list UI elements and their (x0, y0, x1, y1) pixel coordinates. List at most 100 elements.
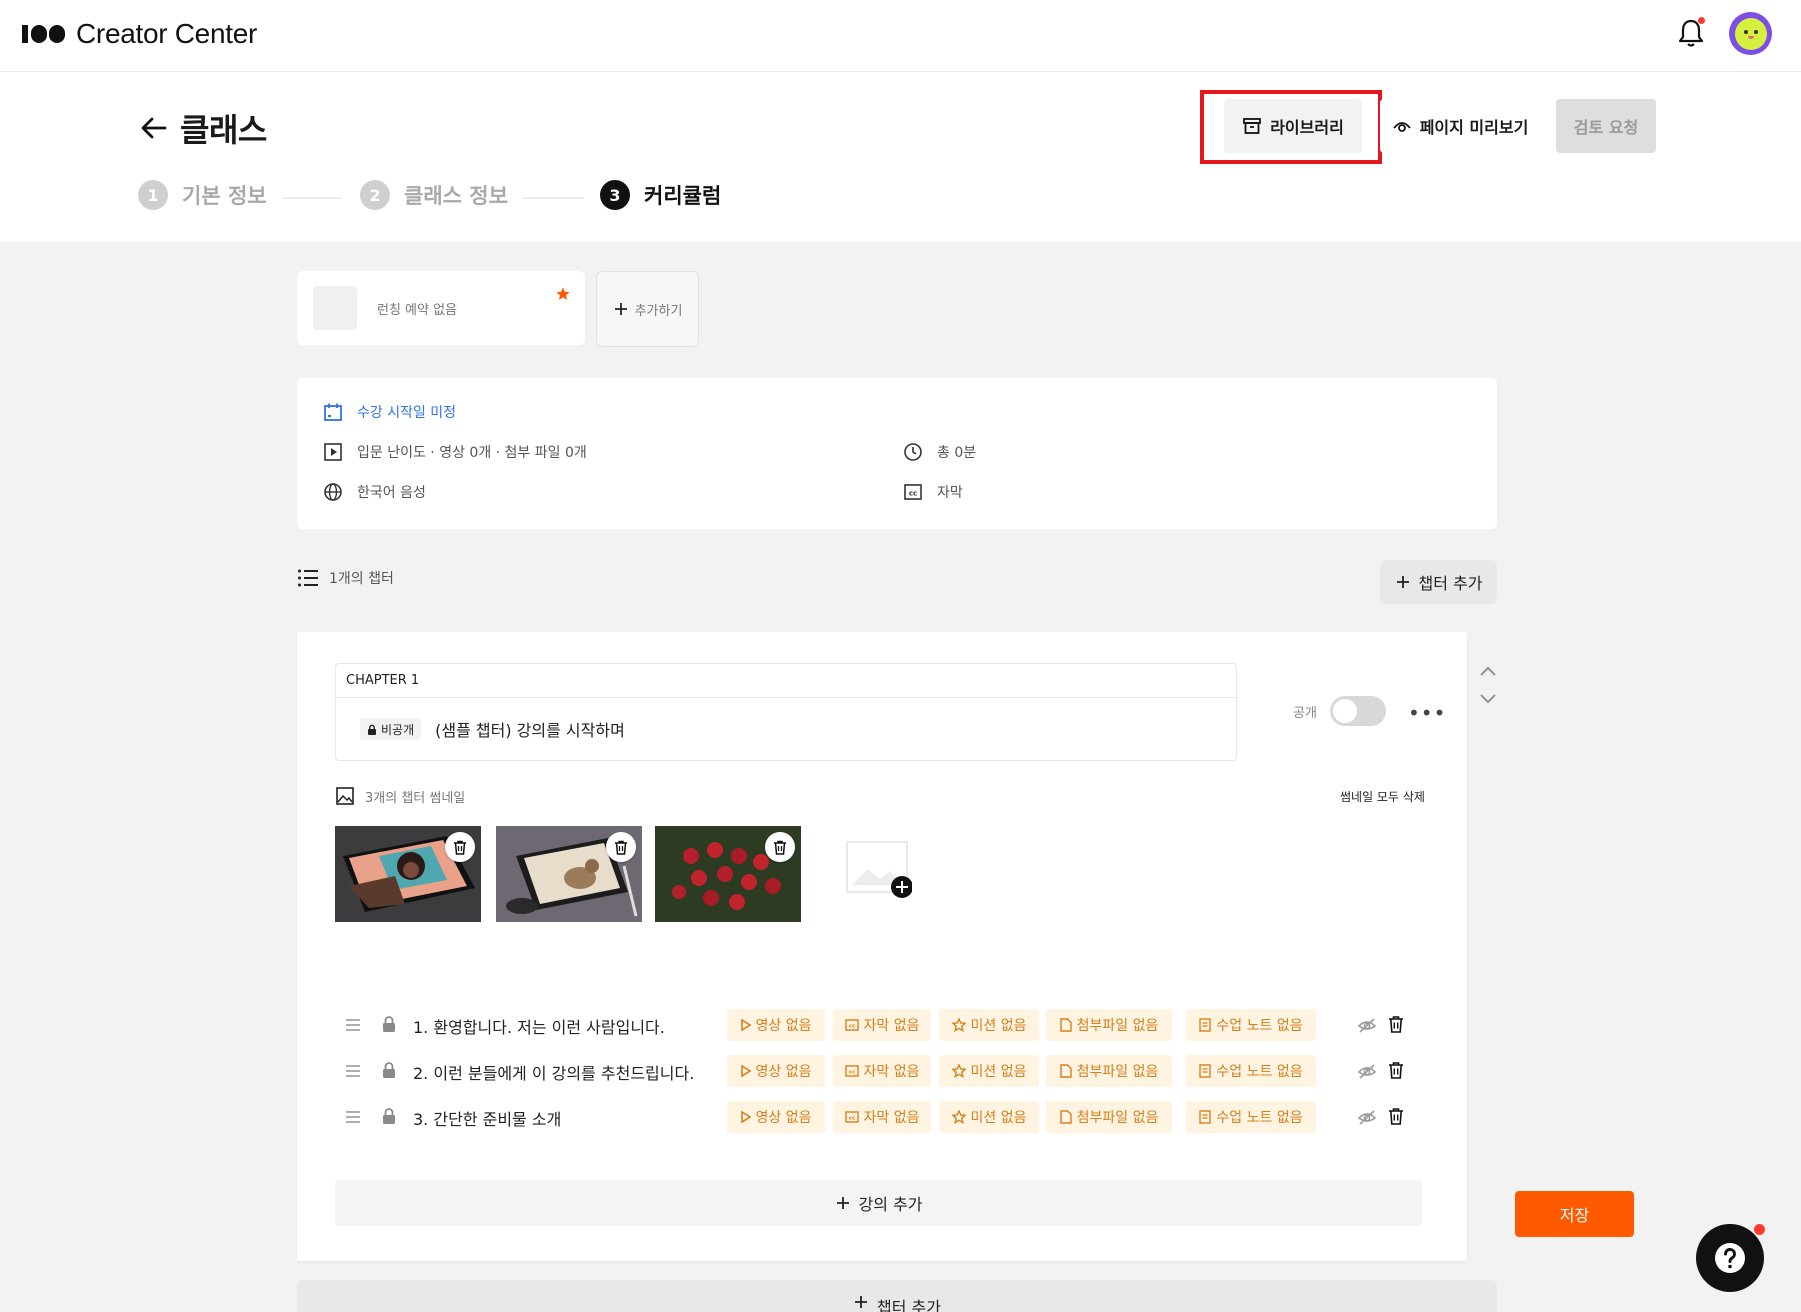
page-header (0, 72, 1801, 242)
step-basic-info[interactable]: 1 기본 정보 (138, 180, 267, 210)
page-preview-button[interactable]: 페이지 미리보기 (1380, 99, 1540, 153)
lesson-tag-text: 미션 없음 (970, 1064, 1027, 1080)
star-outline-icon (951, 1018, 966, 1032)
start-date-row[interactable]: 수강 시작일 미정 (323, 402, 456, 422)
lock-icon (368, 724, 376, 735)
delete-all-thumbnails-link[interactable]: 썸네일 모두 삭제 (1340, 788, 1425, 805)
chapter-title-field[interactable]: 비공개 (샘플 챕터) 강의를 시작하며 (335, 697, 1237, 761)
lock-icon (383, 1108, 395, 1124)
lesson-tag[interactable]: cc 자막 없음 (833, 1055, 931, 1087)
thumbnail-tablet-portrait[interactable] (335, 826, 481, 922)
thumbnail-count: 3개의 챕터 썸네일 (335, 786, 465, 806)
eye-icon (1392, 122, 1411, 132)
lesson-tag[interactable]: 미션 없음 (939, 1055, 1039, 1087)
eye-off-icon[interactable] (1357, 1108, 1377, 1126)
lesson-tag[interactable]: 첨부파일 없음 (1046, 1101, 1172, 1133)
start-date-text: 수강 시작일 미정 (357, 405, 457, 421)
lesson-tag-text: 자막 없음 (863, 1064, 920, 1080)
review-request-button[interactable]: 검토 요청 (1556, 99, 1656, 153)
lesson-tag[interactable]: 첨부파일 없음 (1046, 1055, 1172, 1087)
list-icon (298, 569, 318, 587)
step-label: 클래스 정보 (404, 184, 508, 208)
lesson-tag-text: 영상 없음 (755, 1110, 812, 1126)
calendar-icon (324, 403, 342, 421)
eye-off-icon[interactable] (1357, 1016, 1377, 1034)
trash-icon[interactable] (1388, 1061, 1404, 1079)
thumbnail-red-roses[interactable] (655, 826, 801, 922)
launch-thumbnail (313, 286, 357, 330)
help-notification-dot (1754, 1224, 1765, 1235)
add-chapter-bottom-button[interactable]: 챕터 추가 (297, 1280, 1497, 1312)
avatar[interactable] (1729, 12, 1772, 55)
add-launch-button[interactable]: 추가하기 (596, 271, 699, 347)
lesson-tag[interactable]: 수업 노트 없음 (1186, 1055, 1316, 1087)
lesson-row[interactable]: 2. 이런 분들에게 이 강의를 추천드립니다. 영상 없음 cc 자막 없음 미션 없… (345, 1055, 1415, 1087)
launch-schedule-card[interactable]: 런칭 예약 없음 (297, 271, 585, 345)
more-options-icon[interactable]: ••• (1408, 701, 1446, 725)
eye-off-icon[interactable] (1357, 1062, 1377, 1080)
question-icon (1715, 1243, 1745, 1273)
thumbnail-tablet-cat[interactable] (496, 826, 642, 922)
delete-thumbnail-button[interactable] (606, 832, 636, 862)
lock-icon (383, 1016, 395, 1032)
save-button[interactable]: 저장 (1515, 1191, 1634, 1237)
lesson-tag-text: 수업 노트 없음 (1216, 1110, 1303, 1126)
add-lesson-button[interactable]: 강의 추가 (335, 1180, 1422, 1226)
drag-handle-icon[interactable] (345, 1064, 361, 1078)
lesson-tag[interactable]: 영상 없음 (727, 1101, 825, 1133)
add-launch-label: 추가하기 (634, 303, 683, 319)
launch-status: 런칭 예약 없음 (377, 302, 458, 318)
privacy-badge: 비공개 (360, 718, 422, 740)
add-chapter-button[interactable]: 챕터 추가 (1380, 560, 1497, 604)
public-toggle[interactable] (1330, 696, 1386, 726)
play-icon (740, 1065, 751, 1077)
delete-thumbnail-button[interactable] (765, 832, 795, 862)
lesson-tag-text: 첨부파일 없음 (1076, 1064, 1159, 1080)
plus-icon (1396, 576, 1409, 588)
back-arrow-icon[interactable] (138, 112, 170, 144)
lesson-row[interactable]: 1. 환영합니다. 저는 이런 사람입니다. 영상 없음 cc 자막 없음 미션 없음 첨… (345, 1009, 1415, 1041)
lesson-tag[interactable]: 첨부파일 없음 (1046, 1009, 1172, 1041)
file-icon (1059, 1064, 1072, 1078)
plus-icon (855, 1296, 868, 1308)
privacy-badge-text: 비공개 (381, 722, 415, 737)
lesson-tag[interactable]: 미션 없음 (939, 1009, 1039, 1041)
add-thumbnail-icon[interactable] (846, 841, 912, 899)
step-curriculum[interactable]: 3 커리큘럼 (600, 180, 721, 210)
delete-thumbnail-button[interactable] (445, 832, 475, 862)
add-chapter-label: 챕터 추가 (1418, 574, 1483, 593)
drag-handle-icon[interactable] (345, 1110, 361, 1124)
app-logo[interactable]: Creator Center (22, 18, 257, 50)
chevron-up-icon[interactable] (1478, 664, 1498, 678)
lesson-tag[interactable]: 영상 없음 (727, 1009, 825, 1041)
lesson-tag[interactable]: cc 자막 없음 (833, 1101, 931, 1133)
chevron-down-icon[interactable] (1478, 692, 1498, 706)
trash-icon (774, 840, 786, 855)
language-row: 한국어 음성 (323, 482, 426, 502)
play-icon (740, 1019, 751, 1031)
lesson-tag[interactable]: cc 자막 없음 (833, 1009, 931, 1041)
help-button[interactable] (1696, 1224, 1764, 1292)
drag-handle-icon[interactable] (345, 1018, 361, 1032)
lesson-row[interactable]: 3. 간단한 준비물 소개 영상 없음 cc 자막 없음 미션 없음 첨부파일 없음 수업 … (345, 1101, 1415, 1133)
chapter-label-field[interactable]: CHAPTER 1 (335, 663, 1237, 697)
lesson-title: 3. 간단한 준비물 소개 (413, 1110, 562, 1129)
add-chapter-bottom-label: 챕터 추가 (877, 1298, 941, 1312)
toggle-knob (1333, 699, 1357, 723)
lesson-tag[interactable]: 미션 없음 (939, 1101, 1039, 1133)
cc-icon: cc (844, 1019, 859, 1031)
lesson-tag[interactable]: 수업 노트 없음 (1186, 1009, 1316, 1041)
trash-icon[interactable] (1388, 1015, 1404, 1033)
play-square-icon (324, 443, 342, 461)
lesson-tag[interactable]: 영상 없음 (727, 1055, 825, 1087)
step-number: 1 (138, 180, 168, 210)
lesson-tag-text: 수업 노트 없음 (1216, 1064, 1303, 1080)
lesson-tag-text: 영상 없음 (755, 1064, 812, 1080)
svg-text:cc: cc (848, 1024, 855, 1030)
play-icon (740, 1111, 751, 1123)
step-class-info[interactable]: 2 클래스 정보 (360, 180, 508, 210)
chapter-reorder (1478, 664, 1498, 706)
trash-icon[interactable] (1388, 1107, 1404, 1125)
trash-icon (454, 840, 466, 855)
lesson-tag[interactable]: 수업 노트 없음 (1186, 1101, 1316, 1133)
